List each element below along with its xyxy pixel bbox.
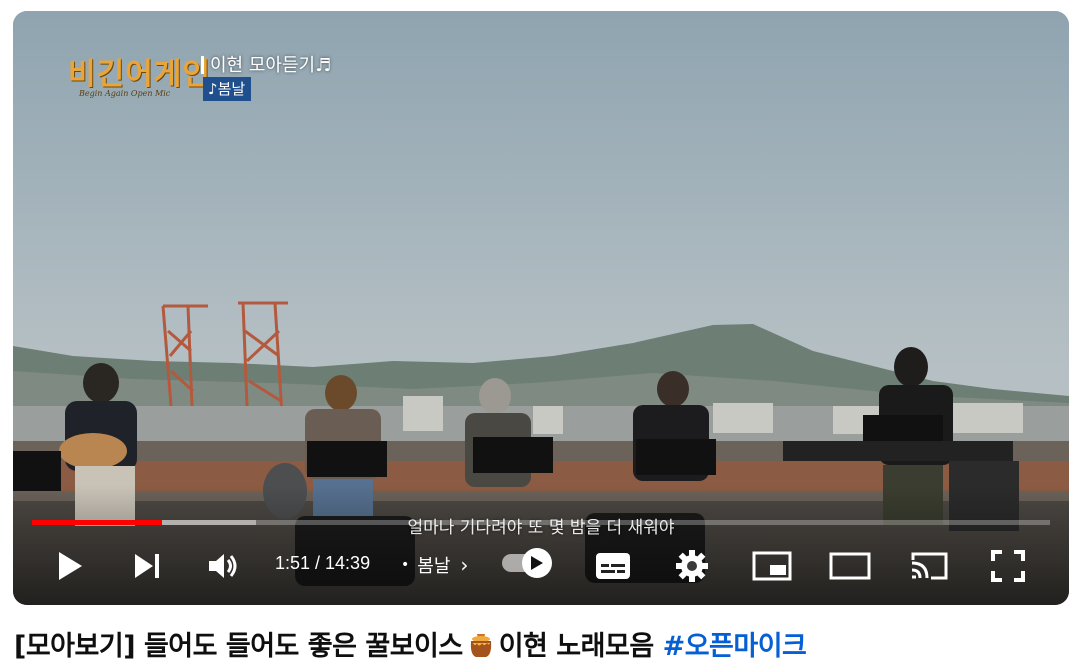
progress-bar[interactable] — [32, 520, 1050, 525]
subtitles-button[interactable] — [593, 549, 633, 583]
show-logo: 비긴어게인 — [68, 57, 211, 92]
honey-pot-icon — [470, 634, 491, 657]
hashtag-link[interactable]: #오픈마이크 — [663, 631, 807, 662]
video-title-artist: 이현 노래모음 — [498, 631, 654, 662]
video-caption-title: 이현 모아듣기♬ — [201, 51, 331, 77]
cast-icon — [911, 552, 948, 580]
theater-mode-button[interactable] — [828, 549, 872, 583]
play-button[interactable] — [53, 549, 87, 583]
miniplayer-icon — [752, 551, 792, 581]
player-controls: 1:51 / 14:39 • 봄날 › — [13, 541, 1069, 589]
caption-title-text: 이현 모아듣기♬ — [210, 55, 332, 76]
next-button[interactable] — [130, 549, 164, 583]
video-title-main: [모아보기] 들어도 들어도 좋은 꿀보이스 — [14, 631, 463, 662]
chapter-button[interactable]: • 봄날 › — [401, 552, 468, 578]
fullscreen-icon — [991, 550, 1025, 582]
volume-icon — [209, 554, 237, 578]
show-logo-subtitle: Begin Again Open Mic — [79, 89, 171, 98]
theater-mode-icon — [829, 552, 871, 580]
video-title: [모아보기] 들어도 들어도 좋은 꿀보이스 이현 노래모음 #오픈마이크 — [14, 624, 807, 663]
time-display: 1:51 / 14:39 — [275, 553, 371, 573]
miniplayer-button[interactable] — [751, 549, 793, 583]
subtitles-icon — [596, 553, 630, 579]
progress-played — [32, 520, 163, 525]
video-caption-song: ♪봄날 — [203, 77, 252, 101]
fullscreen-button[interactable] — [988, 549, 1028, 583]
settings-button[interactable] — [673, 547, 711, 585]
chapter-name: 봄날 — [417, 556, 451, 577]
chapter-separator-dot: • — [401, 557, 410, 573]
autoplay-knob[interactable] — [522, 548, 552, 578]
next-icon — [135, 554, 159, 578]
closed-caption: 얼마나 기다려야 또 몇 밤을 더 새워야 — [407, 518, 675, 538]
cast-button[interactable] — [908, 549, 950, 583]
video-player[interactable]: 비긴어게인 Begin Again Open Mic 이현 모아듣기♬ ♪봄날 … — [13, 11, 1069, 605]
volume-button[interactable] — [205, 549, 241, 583]
autoplay-play-icon — [531, 556, 543, 570]
chevron-right-icon: › — [460, 553, 469, 577]
gear-icon — [676, 550, 708, 582]
play-icon — [59, 552, 82, 580]
